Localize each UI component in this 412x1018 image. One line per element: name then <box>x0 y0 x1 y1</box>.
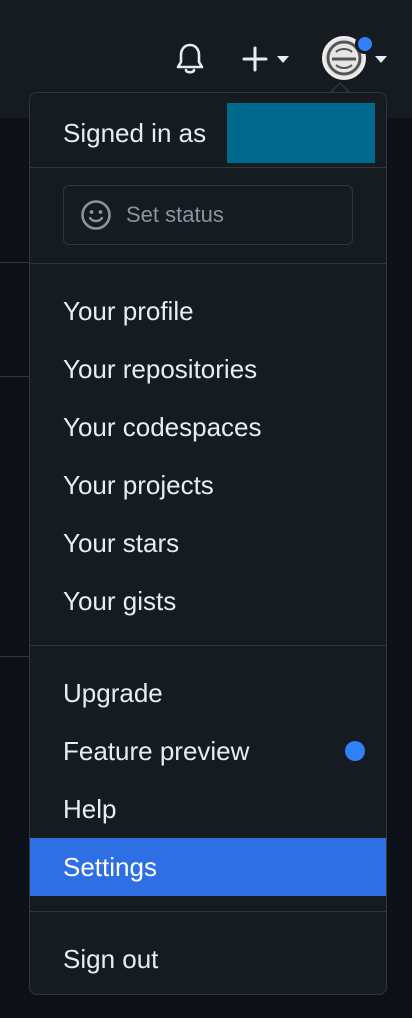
set-status-button[interactable]: Set status <box>63 185 353 245</box>
user-dropdown-menu: Signed in as Set status Your profile You… <box>29 92 387 995</box>
menu-item-your-projects[interactable]: Your projects <box>30 456 386 514</box>
background-divider <box>0 262 30 263</box>
notifications-button[interactable] <box>172 40 208 78</box>
background-column <box>386 118 412 1018</box>
user-menu-button[interactable] <box>322 34 390 82</box>
notification-dot <box>355 34 375 54</box>
feature-preview-indicator-dot <box>345 741 365 761</box>
menu-item-settings[interactable]: Settings <box>30 838 386 896</box>
menu-divider <box>30 263 386 264</box>
bell-icon <box>176 43 204 74</box>
background-divider <box>0 376 30 377</box>
menu-item-your-gists[interactable]: Your gists <box>30 572 386 630</box>
username-redacted <box>227 103 375 163</box>
menu-divider <box>30 911 386 912</box>
chevron-down-icon <box>375 56 387 63</box>
menu-item-upgrade[interactable]: Upgrade <box>30 664 386 722</box>
background-divider <box>0 656 30 657</box>
menu-item-your-repositories[interactable]: Your repositories <box>30 340 386 398</box>
menu-divider <box>30 645 386 646</box>
set-status-label: Set status <box>126 202 224 227</box>
create-new-button[interactable] <box>240 42 294 76</box>
signed-in-label: Signed in as <box>63 117 207 148</box>
plus-icon <box>242 46 268 72</box>
menu-item-feature-preview[interactable]: Feature preview <box>30 722 386 780</box>
chevron-down-icon <box>277 56 289 63</box>
menu-item-your-profile[interactable]: Your profile <box>30 282 386 340</box>
menu-item-your-stars[interactable]: Your stars <box>30 514 386 572</box>
menu-divider <box>30 167 386 168</box>
menu-item-help[interactable]: Help <box>30 780 386 838</box>
menu-item-feature-preview-label: Feature preview <box>63 735 250 766</box>
menu-item-sign-out[interactable]: Sign out <box>30 930 386 988</box>
menu-item-your-codespaces[interactable]: Your codespaces <box>30 398 386 456</box>
smiley-icon <box>81 200 111 230</box>
